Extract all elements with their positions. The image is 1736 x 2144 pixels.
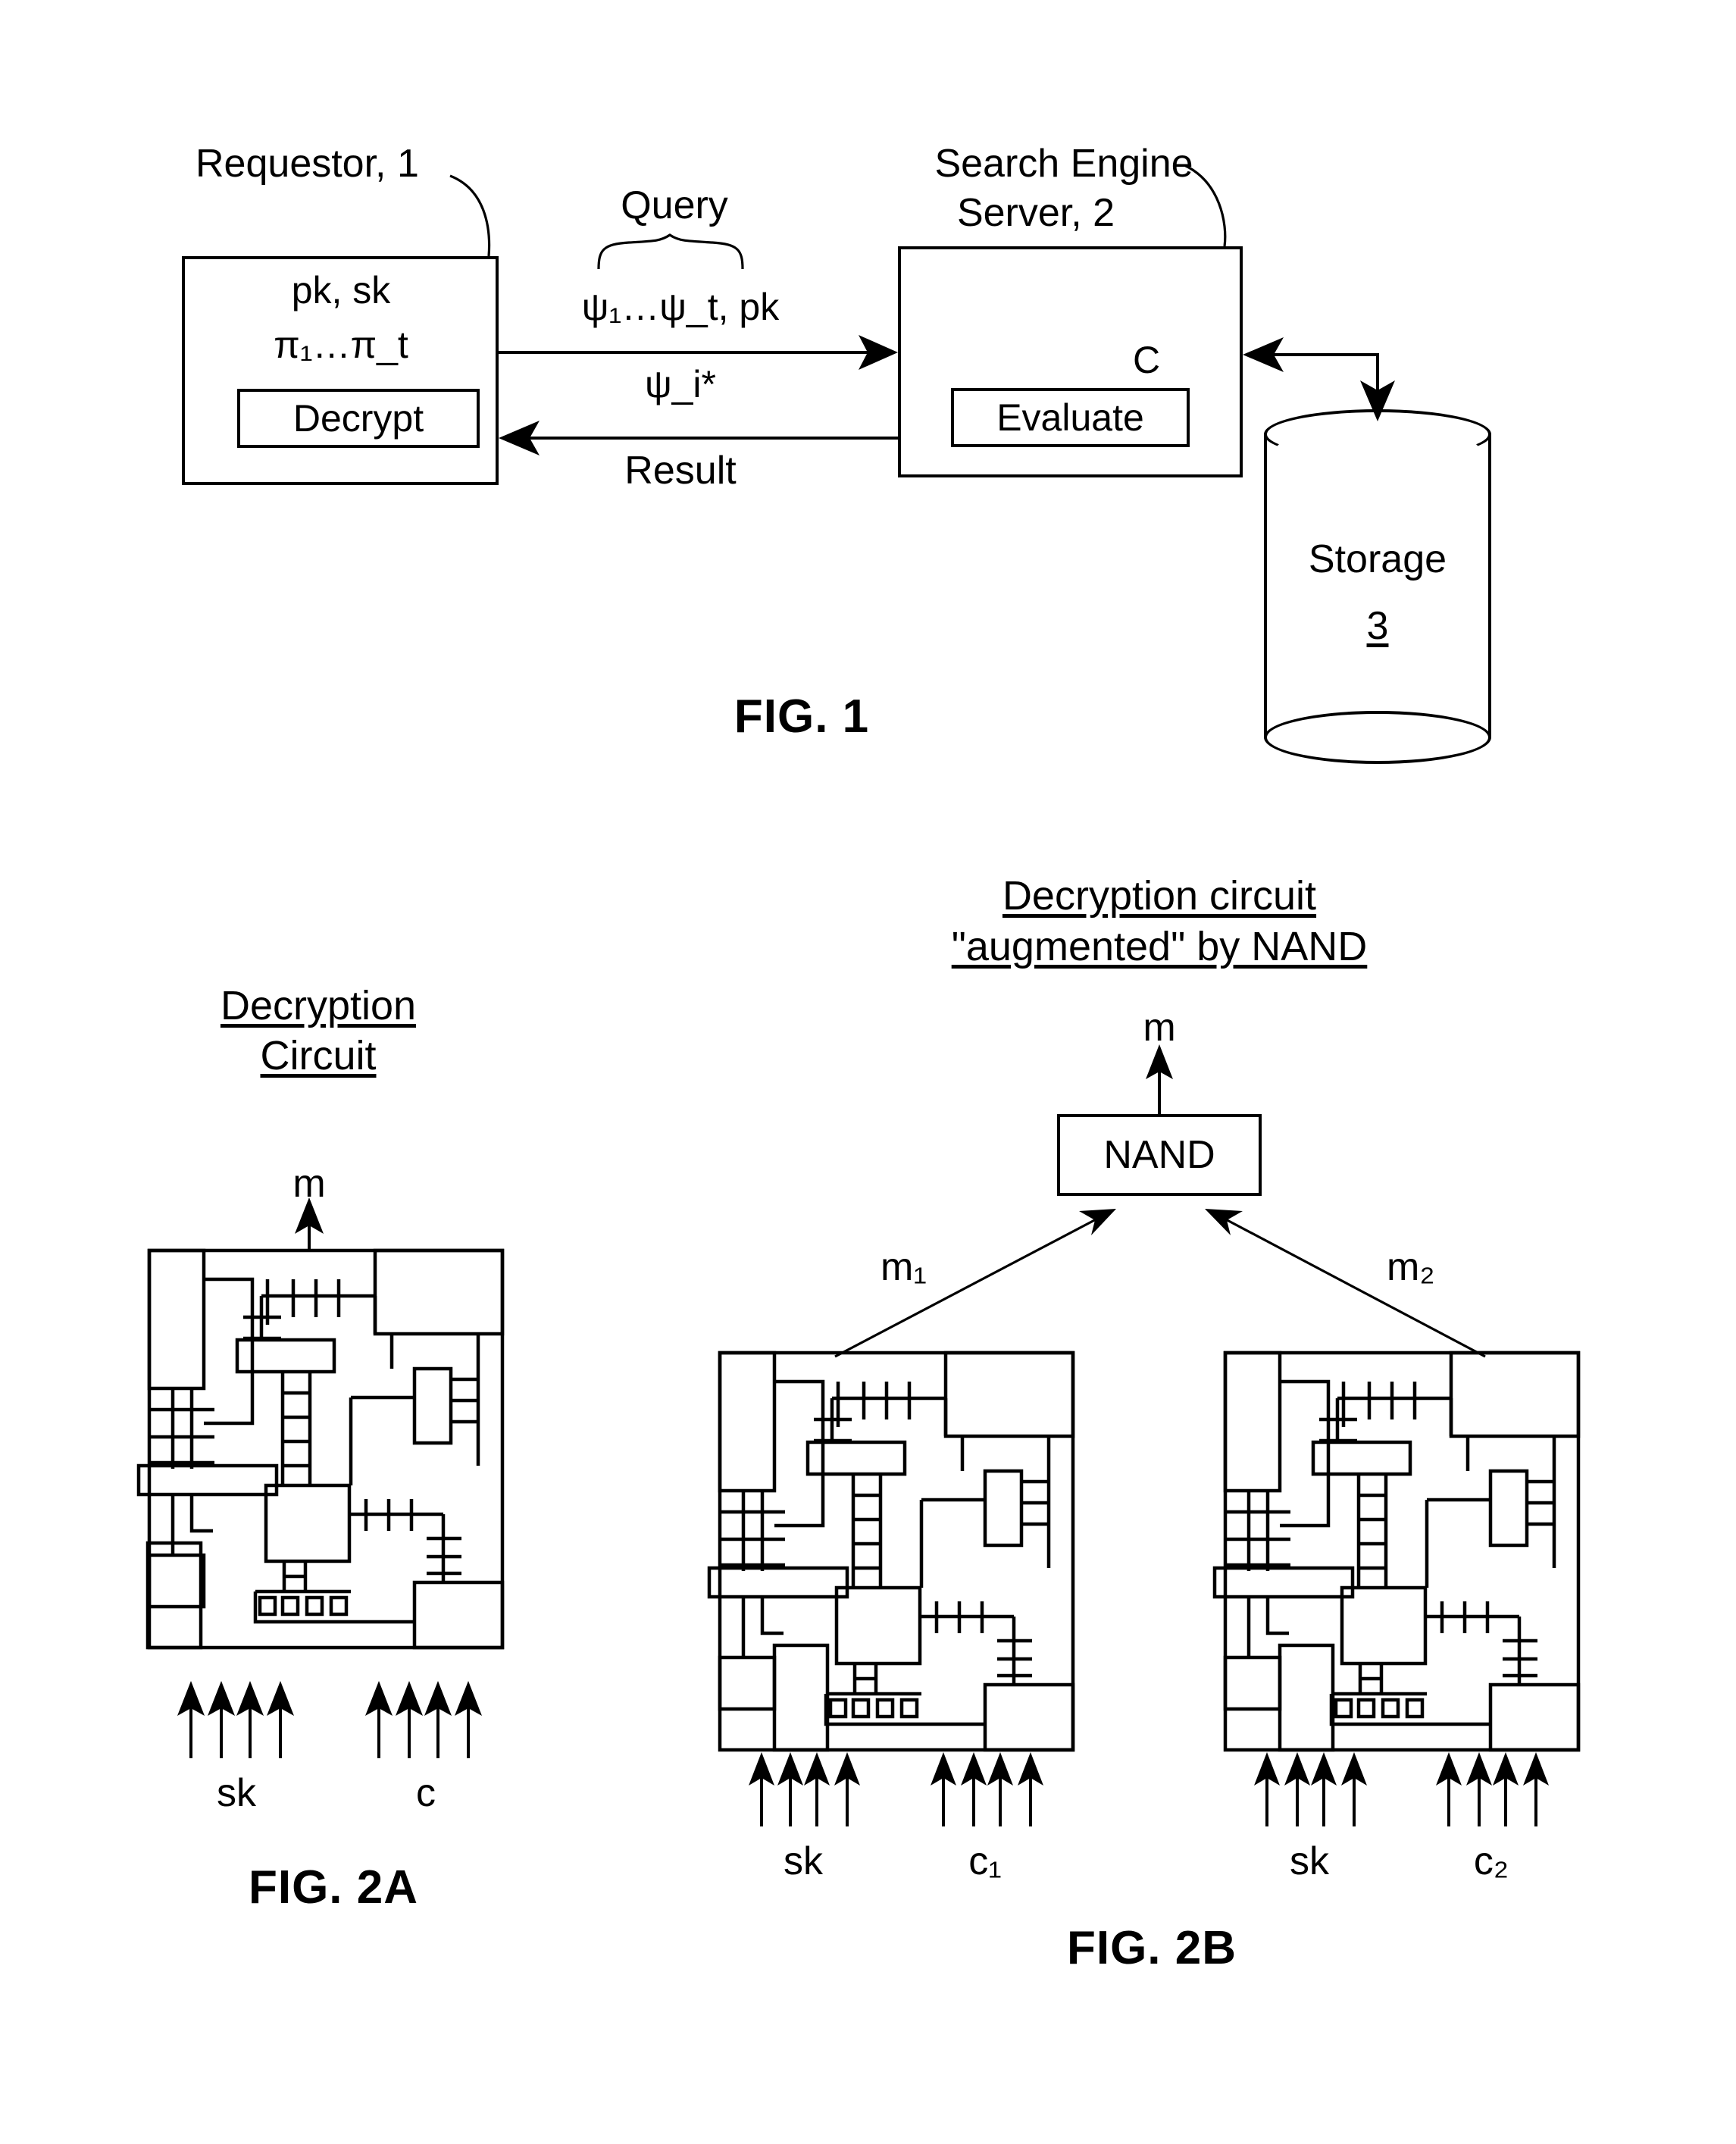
storage-server-connector [1243, 337, 1395, 421]
figure-2a-caption: FIG. 2A [248, 1861, 419, 1914]
figure-2b-right-label-sk: sk [1290, 1839, 1329, 1883]
figure-2a-input-arrows [177, 1681, 482, 1758]
figure-1-caption: FIG. 1 [733, 690, 870, 743]
figure-2b-caption: FIG. 2B [1066, 1922, 1237, 1974]
figure-2a: Decryption Circuit m sk c FIG. 2A [0, 970, 682, 1925]
figure-2a-input-label-c: c [416, 1771, 436, 1815]
figure-2b-right-label-c2: c₂ [1473, 1839, 1509, 1883]
patent-figure-sheet: Requestor, 1 pk, sk π₁…π_t Decrypt Searc… [0, 0, 1736, 2144]
figure-1: Requestor, 1 pk, sk π₁…π_t Decrypt Searc… [0, 0, 1736, 803]
figure-2b: Decryption circuit "augmented" by NAND m… [682, 864, 1736, 1972]
figure-2b-left-label-c1: c₁ [968, 1839, 1002, 1883]
figure-2b-input-arrows [749, 1752, 1549, 1826]
figure-2b-left-label-sk: sk [784, 1839, 823, 1883]
figure-2a-input-label-sk: sk [217, 1771, 256, 1815]
